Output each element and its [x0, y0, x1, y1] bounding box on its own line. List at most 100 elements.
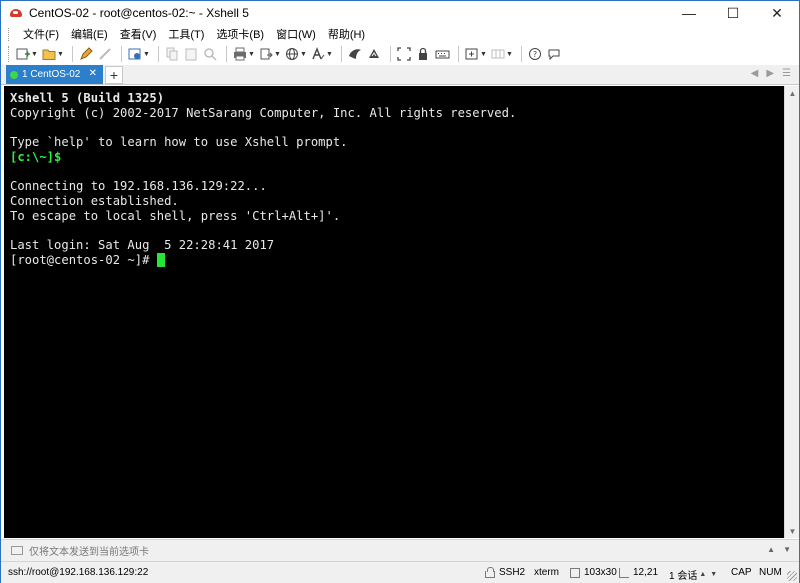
terminal-line: Connecting to 192.168.136.129:22...: [10, 179, 778, 194]
menubar-grip[interactable]: [8, 27, 11, 41]
terminal-output[interactable]: Xshell 5 (Build 1325) Copyright (c) 2002-…: [4, 86, 784, 538]
transfer-button[interactable]: ▼: [258, 45, 281, 63]
compose-bar-icon: [11, 546, 23, 555]
compose-bar[interactable]: 仅将文本发送到当前选项卡 ▲ ▼: [1, 539, 799, 561]
help-button[interactable]: ?: [527, 45, 543, 63]
scroll-down-icon[interactable]: ▼: [785, 524, 800, 538]
disconnect-icon: [97, 46, 113, 62]
resize-icon: [570, 567, 580, 578]
toolbar-separator: [390, 46, 391, 62]
lock-icon: [485, 566, 495, 578]
session-tab-bar: 1 CentOS-02 ✕ + ◀ ▶ ☰: [1, 65, 799, 85]
menu-file[interactable]: 文件(F): [17, 26, 65, 42]
copy-button[interactable]: [164, 45, 180, 63]
terminal-scrollbar[interactable]: ▲ ▼: [784, 86, 799, 538]
compose-menu-icon[interactable]: ▼: [783, 545, 791, 554]
chevron-up-icon[interactable]: ▲: [699, 571, 706, 578]
title-bar[interactable]: CentOS-02 - root@centos-02:~ - Xshell 5 …: [1, 1, 799, 25]
edit-icon: [78, 46, 94, 62]
tab-navigation: ◀ ▶ ☰: [751, 68, 791, 79]
protocol-label: SSH2: [499, 567, 526, 578]
properties-button[interactable]: ▼: [127, 45, 150, 63]
terminal-line-text: Connecting to 192.168.136.129:22...: [10, 179, 267, 194]
font-icon: [310, 46, 326, 62]
chevron-down-icon[interactable]: ▼: [31, 51, 38, 58]
fullscreen-icon: [396, 46, 412, 62]
session-count-indicator[interactable]: 1 会话 ▲ ▼: [669, 567, 717, 582]
xshell-window: CentOS-02 - root@centos-02:~ - Xshell 5 …: [0, 0, 800, 583]
keyboard-button[interactable]: [434, 45, 450, 63]
chevron-down-icon[interactable]: ▼: [143, 51, 150, 58]
chevron-down-icon[interactable]: ▼: [300, 51, 307, 58]
menu-tab[interactable]: 选项卡(B): [210, 26, 270, 42]
chevron-down-icon[interactable]: ▼: [326, 51, 333, 58]
terminal-line: Connection established.: [10, 194, 778, 209]
chevron-down-icon[interactable]: ▼: [480, 51, 487, 58]
find-button[interactable]: [202, 45, 218, 63]
chevron-down-icon[interactable]: ▼: [506, 51, 513, 58]
chevron-down-icon[interactable]: ▼: [57, 51, 64, 58]
compose-nav: ▲ ▼: [767, 545, 791, 554]
menu-view[interactable]: 查看(V): [114, 26, 163, 42]
maximize-button[interactable]: ☐: [711, 1, 755, 25]
lock-button[interactable]: [415, 45, 431, 63]
paste-button[interactable]: [183, 45, 199, 63]
tab-next-icon[interactable]: ▶: [766, 68, 774, 79]
font-button[interactable]: ▼: [310, 45, 333, 63]
menu-help[interactable]: 帮助(H): [322, 26, 371, 42]
new-session-button[interactable]: ▼: [15, 45, 38, 63]
terminal-size-label: 103x30: [584, 567, 617, 578]
num-lock-indicator: NUM: [759, 567, 782, 578]
cursor-position-label: 12,21: [633, 567, 659, 578]
chevron-down-icon[interactable]: ▼: [248, 51, 255, 58]
toolbar-separator: [458, 46, 459, 62]
terminal-line: Copyright (c) 2002-2017 NetSarang Comput…: [10, 106, 778, 121]
resize-grip-icon[interactable]: [787, 571, 797, 581]
xftp-button[interactable]: [347, 45, 363, 63]
open-button[interactable]: ▼: [41, 45, 64, 63]
reconnect-button[interactable]: [78, 45, 94, 63]
caps-label: CAP: [731, 567, 752, 578]
menu-window[interactable]: 窗口(W): [270, 26, 322, 42]
terminal-line-text: Type `help' to learn how to use Xshell p…: [10, 135, 348, 150]
compose-button[interactable]: ▼: [464, 45, 487, 63]
toolbar-separator: [158, 46, 159, 62]
print-icon: [232, 46, 248, 62]
close-button[interactable]: ✕: [755, 1, 799, 25]
help-icon: ?: [527, 46, 543, 62]
disconnect-button[interactable]: [97, 45, 113, 63]
chat-button[interactable]: [546, 45, 562, 63]
terminal-line: Xshell 5 (Build 1325): [10, 91, 778, 106]
terminal-line: Type `help' to learn how to use Xshell p…: [10, 135, 778, 150]
globe-icon: [284, 46, 300, 62]
layout-button[interactable]: ▼: [490, 45, 513, 63]
fullscreen-button[interactable]: [396, 45, 412, 63]
paste-icon: [183, 46, 199, 62]
menu-tools[interactable]: 工具(T): [162, 26, 210, 42]
print-button[interactable]: ▼: [232, 45, 255, 63]
find-icon: [202, 46, 218, 62]
chevron-down-icon[interactable]: ▼: [710, 571, 717, 578]
compose-input[interactable]: 仅将文本发送到当前选项卡: [29, 543, 149, 558]
tab-close-icon[interactable]: ✕: [89, 68, 97, 79]
chevron-down-icon[interactable]: ▼: [274, 51, 281, 58]
xshell-app-icon: [9, 6, 23, 20]
toolbar-separator: [341, 46, 342, 62]
minimize-button[interactable]: —: [667, 1, 711, 25]
xftp-icon: [347, 46, 363, 62]
tab-list-icon[interactable]: ☰: [782, 68, 791, 79]
session-count-label: 1 会话: [669, 571, 698, 582]
xmanager-button[interactable]: [366, 45, 382, 63]
window-title: CentOS-02 - root@centos-02:~ - Xshell 5: [29, 6, 249, 20]
terminal-line-text: [root@centos-02 ~]#: [10, 252, 157, 267]
compose-expand-icon[interactable]: ▲: [767, 545, 775, 554]
new-tab-button[interactable]: +: [105, 66, 123, 84]
scroll-up-icon[interactable]: ▲: [785, 86, 800, 100]
menu-edit[interactable]: 编辑(E): [65, 26, 114, 42]
caps-lock-indicator: CAP: [731, 567, 752, 578]
tab-prev-icon[interactable]: ◀: [751, 68, 759, 79]
toolbar-grip[interactable]: [8, 46, 11, 62]
tab-centos-02[interactable]: 1 CentOS-02 ✕: [6, 65, 103, 84]
encoding-button[interactable]: ▼: [284, 45, 307, 63]
